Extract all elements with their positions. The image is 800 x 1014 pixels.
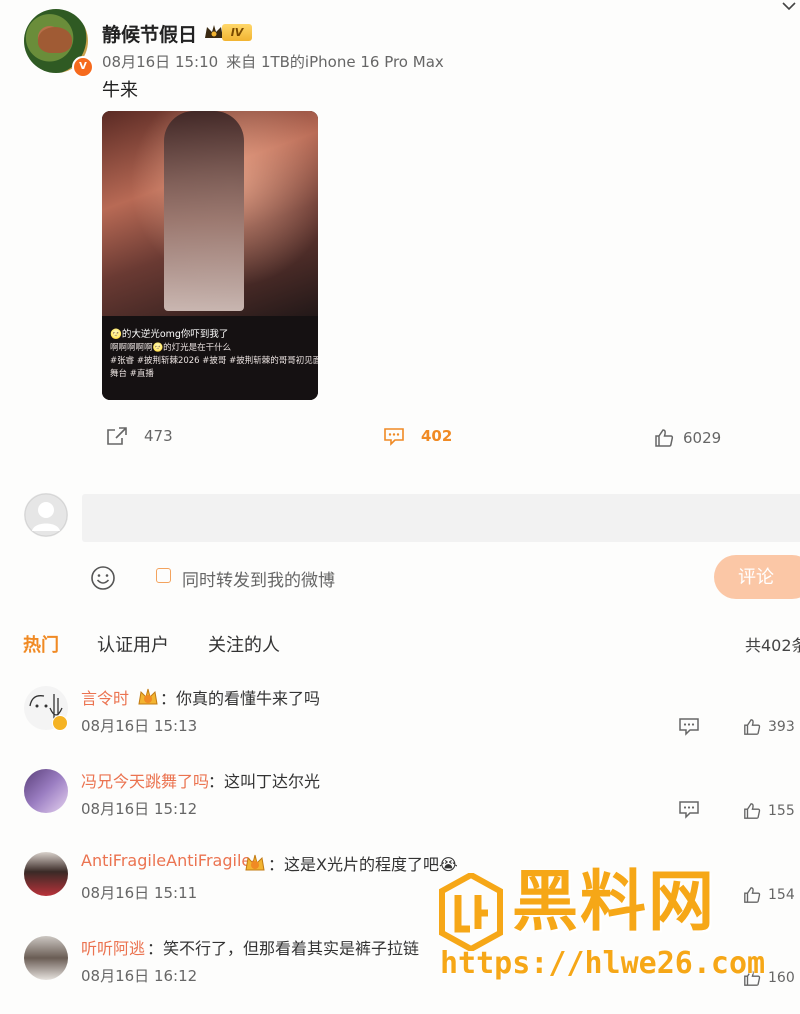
tab-hot[interactable]: 热门 — [23, 631, 59, 657]
commenter-name[interactable]: AntiFragileAntiFragile- — [81, 851, 257, 870]
reply-icon[interactable] — [678, 799, 700, 819]
comment-time: 08月16日 15:12 — [81, 800, 198, 818]
level-badge: IV — [222, 24, 252, 41]
commenter-name[interactable]: 冯兄今天跳舞了吗 — [81, 768, 209, 792]
emoji-icon[interactable] — [90, 565, 116, 591]
comment-total: 共402条 — [745, 636, 800, 655]
comment-icon — [384, 428, 404, 446]
reply-icon[interactable] — [678, 716, 700, 736]
watermark-title: 黑料网 — [512, 863, 716, 940]
repost-label[interactable]: 同时转发到我的微博 — [182, 566, 335, 591]
fan-badge-icon — [138, 688, 158, 705]
commenter-name[interactable]: 听听阿逃 — [81, 935, 145, 959]
image-caption: 🌝的大逆光omg你吓到我了 啊啊啊啊啊🌝的灯光是在干什么 #张睿 #披荆斩棘20… — [102, 316, 318, 400]
comment-like-count: 160 — [768, 970, 795, 986]
caption-line: #张睿 #披荆斩棘2026 #披哥 #披荆斩棘的哥哥初见面 — [110, 356, 318, 366]
comment-text: ：笑不行了，但那看着其实是裤子拉链 — [147, 939, 420, 958]
commenter-name[interactable]: 言令时 — [81, 685, 129, 709]
thumbs-up-icon — [744, 803, 761, 819]
comment-count: 402 — [421, 427, 453, 445]
caption-line: 🌝的大逆光omg你吓到我了 — [110, 329, 229, 340]
comment-text: ：你真的看懂牛来了吗 — [160, 689, 321, 708]
submit-comment-button[interactable]: 评论 — [714, 555, 800, 599]
tab-verified-users[interactable]: 认证用户 — [97, 631, 169, 657]
comment-time: 08月16日 15:11 — [81, 884, 198, 902]
chevron-down-icon[interactable] — [781, 0, 797, 14]
comment-time: 08月16日 16:12 — [81, 967, 198, 985]
post-source: 来自 1TB的iPhone 16 Pro Max — [226, 53, 444, 71]
default-avatar-icon — [24, 493, 68, 537]
like-count: 6029 — [683, 429, 722, 447]
forward-icon — [107, 427, 127, 445]
post-timestamp: 08月16日 15:10 — [102, 53, 219, 71]
verified-badge-icon: V — [72, 56, 94, 78]
comment-input[interactable] — [82, 494, 800, 542]
performer-figure — [164, 111, 244, 311]
current-user-avatar — [24, 493, 68, 537]
comment-button[interactable]: 402 — [383, 426, 452, 446]
comment-text: ：这是X光片的程度了吧😭 — [268, 855, 458, 874]
fan-badge-icon — [245, 854, 265, 871]
thumbs-up-icon — [655, 429, 674, 447]
forward-button[interactable]: 473 — [106, 426, 173, 446]
thumbs-up-icon — [744, 719, 761, 735]
commenter-avatar[interactable] — [24, 852, 68, 896]
caption-line: 啊啊啊啊啊🌝的灯光是在干什么 — [110, 343, 232, 353]
like-button[interactable]: 6029 — [654, 428, 721, 448]
post-text: 牛来 — [102, 80, 138, 101]
thumbs-up-icon — [744, 887, 761, 903]
post-meta: 08月16日 15:10 来自 1TB的iPhone 16 Pro Max — [102, 51, 444, 72]
verified-badge-icon — [52, 715, 68, 731]
watermark-url: https://hlwe26.com — [440, 946, 766, 981]
repost-checkbox[interactable] — [156, 568, 171, 583]
author-name[interactable]: 静候节假日 — [102, 20, 197, 47]
commenter-avatar[interactable] — [24, 936, 68, 980]
forward-count: 473 — [144, 427, 173, 445]
comment-time: 08月16日 15:13 — [81, 717, 198, 735]
comment-like-count: 155 — [768, 803, 795, 819]
tab-following[interactable]: 关注的人 — [208, 631, 280, 657]
comment-like-button[interactable]: 155 — [743, 802, 795, 820]
caption-line: 舞台 #直播 — [110, 369, 154, 379]
comment-like-button[interactable]: 393 — [743, 718, 795, 736]
post-image[interactable]: 🌝的大逆光omg你吓到我了 啊啊啊啊啊🌝的灯光是在干什么 #张睿 #披荆斩棘20… — [102, 111, 318, 400]
comment-like-count: 393 — [768, 719, 795, 735]
comment-like-button[interactable]: 154 — [743, 886, 795, 904]
comment-text: ：这叫丁达尔光 — [208, 772, 321, 791]
commenter-avatar[interactable] — [24, 769, 68, 813]
watermark-logo-icon — [439, 873, 503, 951]
comment-like-count: 154 — [768, 887, 795, 903]
stage-photo — [102, 111, 318, 316]
